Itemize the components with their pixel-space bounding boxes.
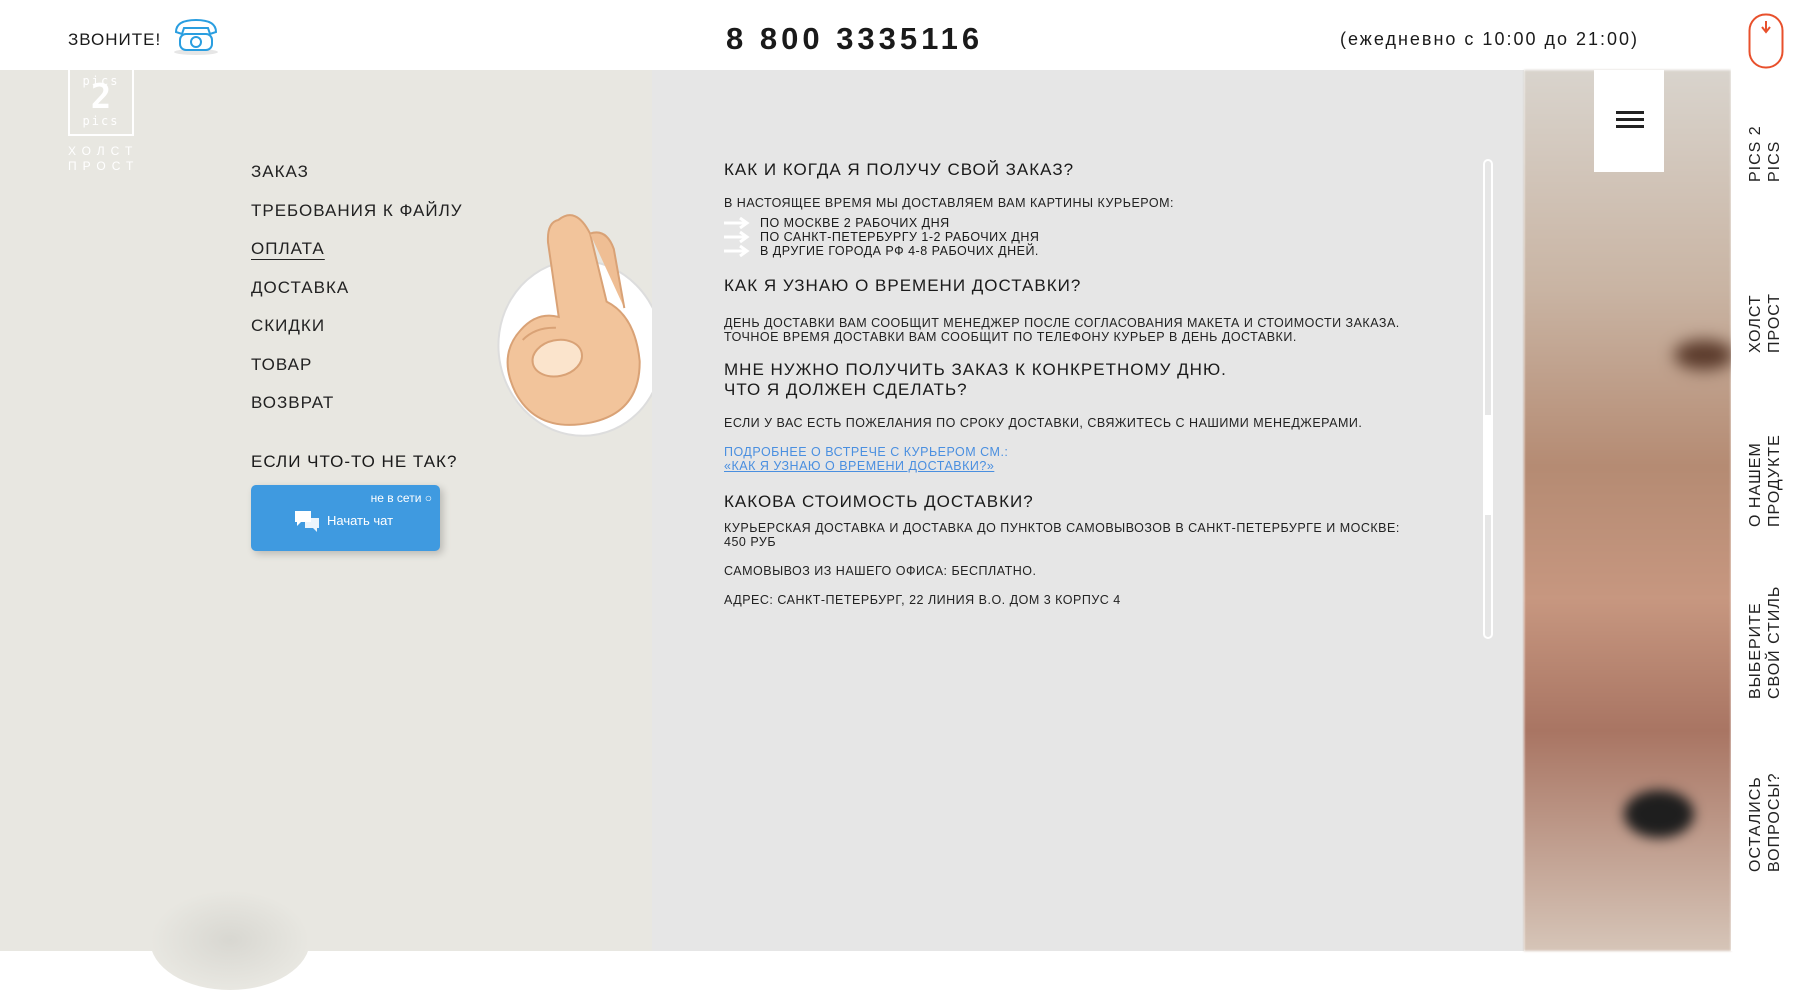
faq-answer-line: КУРЬЕРСКАЯ ДОСТАВКА И ДОСТАВКА ДО ПУНКТО… bbox=[724, 521, 1400, 535]
scrollbar-thumb[interactable] bbox=[1485, 415, 1491, 515]
faq-question: КАКОВА СТОИМОСТЬ ДОСТАВКИ? bbox=[724, 492, 1034, 511]
help-title: ЕСЛИ ЧТО-ТО НЕ ТАК? bbox=[251, 452, 458, 471]
faq-question: КАК И КОГДА Я ПОЛУЧУ СВОЙ ЗАКАЗ? bbox=[724, 160, 1075, 179]
menu-item-order[interactable]: ЗАКАЗ bbox=[251, 162, 463, 201]
side-nav-questions[interactable]: ОСТАЛИСЬ ВОПРОСЫ? bbox=[1746, 773, 1784, 872]
faq-answer-line: ДЕНЬ ДОСТАВКИ ВАМ СООБЩИТ МЕНЕДЖЕР ПОСЛЕ… bbox=[724, 316, 1400, 330]
list-item: ПО МОСКВЕ 2 РАБОЧИХ ДНЯ bbox=[724, 216, 1434, 230]
logo-mark: pics 2 pics bbox=[68, 70, 134, 136]
logo-line1: ХОЛСТ bbox=[68, 144, 139, 158]
faq-question: КАК Я УЗНАЮ О ВРЕМЕНИ ДОСТАВКИ? bbox=[724, 276, 1082, 295]
list-item: В ДРУГИЕ ГОРОДА РФ 4-8 РАБОЧИХ ДНЕЙ. bbox=[724, 244, 1434, 258]
faq-answer: В НАСТОЯЩЕЕ ВРЕМЯ МЫ ДОСТАВЛЯЕМ ВАМ КАРТ… bbox=[724, 196, 1174, 210]
call-label: ЗВОНИТЕ! bbox=[68, 30, 162, 49]
working-hours: (ежедневно с 10:00 до 21:00) bbox=[1340, 29, 1640, 49]
arrow-bullet-icon bbox=[724, 217, 750, 229]
arrow-bullet-icon bbox=[724, 245, 750, 257]
ok-hand-icon bbox=[497, 214, 664, 437]
faq-link-prefix: ПОДРОБНЕЕ О ВСТРЕЧЕ С КУРЬЕРОМ СМ.: bbox=[724, 445, 1009, 459]
faq-link[interactable]: «КАК Я УЗНАЮ О ВРЕМЕНИ ДОСТАВКИ?» bbox=[724, 459, 1434, 473]
faq-answer-line: 450 РУБ bbox=[724, 535, 777, 549]
menu-item-return[interactable]: ВОЗВРАТ bbox=[251, 393, 463, 432]
side-nav-holst-prost[interactable]: ХОЛСТ ПРОСТ bbox=[1746, 293, 1784, 353]
menu-item-file-requirements[interactable]: ТРЕБОВАНИЯ К ФАЙЛУ bbox=[251, 201, 463, 240]
side-nav-about-product[interactable]: О НАШЕМ ПРОДУКТЕ bbox=[1746, 434, 1784, 527]
list-item: ПО САНКТ-ПЕТЕРБУРГУ 1-2 РАБОЧИХ ДНЯ bbox=[724, 230, 1434, 244]
faq-question-line: МНЕ НУЖНО ПОЛУЧИТЬ ЗАКАЗ К КОНКРЕТНОМУ Д… bbox=[724, 360, 1227, 379]
content-scrollbar[interactable] bbox=[1483, 159, 1493, 639]
faq-answer: АДРЕС: САНКТ-ПЕТЕРБУРГ, 22 ЛИНИЯ В.О. ДО… bbox=[724, 593, 1121, 607]
phone-icon[interactable] bbox=[170, 14, 222, 58]
logo[interactable]: pics 2 pics ХОЛСТ ПРОСТ bbox=[68, 70, 140, 174]
arrow-bullet-icon bbox=[724, 231, 750, 243]
chat-status: не в сети ○ bbox=[370, 491, 432, 505]
phone-number[interactable]: 8 800 3335116 bbox=[726, 21, 983, 57]
menu-item-delivery[interactable]: ДОСТАВКА bbox=[251, 278, 463, 317]
faq-answer-line: ТОЧНОЕ ВРЕМЯ ДОСТАВКИ ВАМ СООБЩИТ ПО ТЕЛ… bbox=[724, 330, 1297, 344]
faq-menu: ЗАКАЗ ТРЕБОВАНИЯ К ФАЙЛУ ОПЛАТА ДОСТАВКА… bbox=[251, 162, 463, 432]
faq-answer: ЕСЛИ У ВАС ЕСТЬ ПОЖЕЛАНИЯ ПО СРОКУ ДОСТА… bbox=[724, 416, 1363, 430]
chat-label: Начать чат bbox=[327, 513, 394, 528]
faq-question-line: ЧТО Я ДОЛЖЕН СДЕЛАТЬ? bbox=[724, 380, 968, 399]
background-photo bbox=[1524, 70, 1734, 951]
mouse-scroll-icon[interactable] bbox=[1748, 13, 1784, 69]
menu-item-discounts[interactable]: СКИДКИ bbox=[251, 316, 463, 355]
start-chat-button[interactable]: не в сети ○ Начать чат bbox=[251, 485, 440, 551]
logo-digit: 2 bbox=[90, 77, 112, 117]
right-sidebar: PICS 2 PICS ХОЛСТ ПРОСТ О НАШЕМ ПРОДУКТЕ… bbox=[1731, 0, 1800, 951]
side-nav-choose-style[interactable]: ВЫБЕРИТЕ СВОЙ СТИЛЬ bbox=[1746, 586, 1784, 699]
faq-answer: САМОВЫВОЗ ИЗ НАШЕГО ОФИСА: БЕСПЛАТНО. bbox=[724, 564, 1037, 578]
logo-bottom-text: pics bbox=[82, 114, 120, 128]
side-nav-pics2pics[interactable]: PICS 2 PICS bbox=[1746, 125, 1784, 182]
faq-content: КАК И КОГДА Я ПОЛУЧУ СВОЙ ЗАКАЗ? В НАСТО… bbox=[724, 160, 1434, 607]
logo-subtitle: ХОЛСТ ПРОСТ bbox=[68, 144, 140, 174]
top-header: ЗВОНИТЕ! 8 800 3335116 (ежедневно с 10:0… bbox=[0, 0, 1731, 70]
logo-line2: ПРОСТ bbox=[68, 159, 140, 173]
menu-item-product[interactable]: ТОВАР bbox=[251, 355, 463, 394]
menu-item-payment[interactable]: ОПЛАТА bbox=[251, 239, 463, 278]
chat-bubbles-icon bbox=[295, 511, 319, 532]
menu-button[interactable] bbox=[1594, 70, 1664, 172]
